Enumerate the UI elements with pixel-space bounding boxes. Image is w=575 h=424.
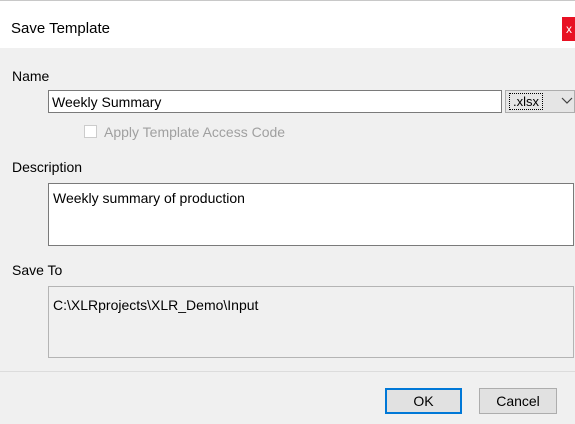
description-label: Description [12, 159, 83, 175]
save-to-path-field: C:\XLRprojects\XLR_Demo\Input [48, 286, 574, 358]
close-button[interactable]: x [562, 17, 575, 41]
access-code-checkbox[interactable] [84, 125, 97, 138]
name-label: Name [12, 68, 50, 84]
extension-select[interactable]: .xlsx [505, 90, 575, 113]
save-to-label: Save To [12, 262, 63, 278]
access-code-label: Apply Template Access Code [104, 124, 286, 140]
ok-button[interactable]: OK [385, 388, 462, 414]
close-icon: x [566, 22, 572, 36]
description-textarea[interactable]: Weekly summary of production [48, 183, 574, 246]
dialog-title: Save Template [11, 20, 110, 37]
title-bar: Save Template x [0, 0, 575, 48]
extension-selected-value: .xlsx [509, 93, 543, 110]
chevron-down-icon [561, 97, 573, 104]
name-input[interactable] [48, 90, 502, 113]
cancel-button[interactable]: Cancel [479, 388, 557, 414]
